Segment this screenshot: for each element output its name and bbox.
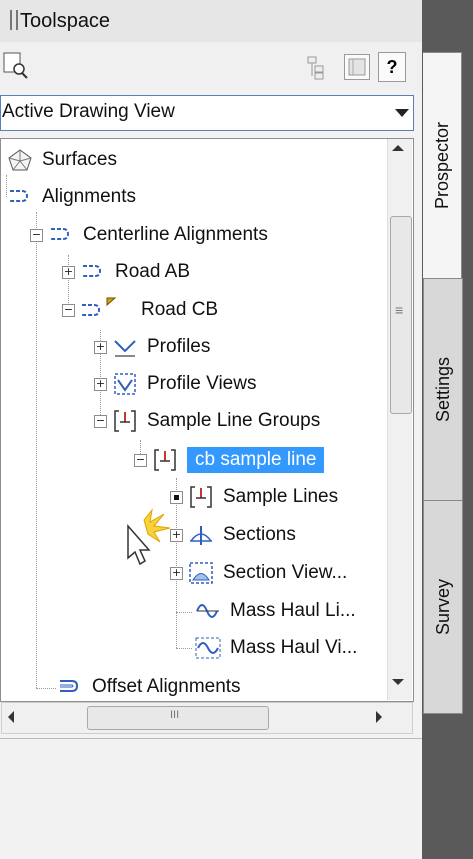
profile-icon <box>111 335 139 359</box>
section-icon <box>187 523 215 547</box>
mouse-cursor-icon <box>112 506 176 578</box>
tab-settings[interactable]: Settings <box>423 278 463 502</box>
chevron-down-icon[interactable] <box>395 109 409 117</box>
tree-item-section-views[interactable]: + Section View... <box>170 556 347 590</box>
tree-item-sample-lines[interactable]: Sample Lines <box>170 480 338 514</box>
collapse-icon[interactable]: − <box>94 414 107 428</box>
help-icon[interactable]: ? <box>378 52 406 82</box>
tree-item-label: Road AB <box>115 261 190 282</box>
tree-item-centerline-alignments[interactable]: − Centerline Alignments <box>30 218 268 252</box>
tree-item-cb-sample-line[interactable]: − cb sample line <box>134 443 325 477</box>
tree-item-road-ab[interactable]: + Road AB <box>62 255 190 289</box>
scroll-left-icon[interactable] <box>8 711 14 723</box>
tab-label: Settings <box>432 357 453 423</box>
scroll-down-icon[interactable] <box>392 679 404 685</box>
tree-item-mass-haul-views[interactable]: Mass Haul Vi... <box>194 631 357 665</box>
tree-item-alignments[interactable]: Alignments <box>6 180 136 214</box>
sample-line-group-icon <box>151 448 179 472</box>
expand-icon[interactable]: + <box>94 377 107 391</box>
tab-prospector[interactable]: Prospector <box>423 52 462 280</box>
expand-icon[interactable]: + <box>62 265 75 279</box>
mass-haul-view-icon <box>194 636 222 660</box>
tree-item-label: Centerline Alignments <box>83 224 268 245</box>
tree-item-label: Surfaces <box>42 149 117 170</box>
sample-line-icon <box>187 485 215 509</box>
scroll-grip-icon: ≡ <box>395 302 404 318</box>
tree-item-label: Profiles <box>147 336 211 357</box>
alignment-icon <box>6 185 34 209</box>
expand-icon[interactable]: + <box>94 340 107 354</box>
profile-view-icon <box>111 372 139 396</box>
item-view-icon[interactable] <box>305 54 331 80</box>
item-view-pane <box>0 738 422 859</box>
title-grip-icon[interactable] <box>10 10 18 30</box>
tree-item-offset-alignments[interactable]: Offset Alignments <box>56 670 241 704</box>
tree-item-sample-line-groups[interactable]: − Sample Line Groups <box>94 404 320 438</box>
tree-item-surfaces[interactable]: Surfaces <box>6 143 117 177</box>
tab-survey[interactable]: Survey <box>423 500 463 714</box>
tree-item-profiles[interactable]: + Profiles <box>94 330 210 364</box>
alignment-flag-icon <box>79 297 133 322</box>
tab-label: Prospector <box>431 122 452 210</box>
tree-item-mass-haul-lines[interactable]: Mass Haul Li... <box>194 594 356 628</box>
tree-item-label: Mass Haul Vi... <box>230 637 358 658</box>
alignment-icon <box>79 260 107 284</box>
surface-icon <box>6 148 34 172</box>
tree-item-sections[interactable]: + Sections <box>170 518 296 552</box>
tree-item-label: Sections <box>223 524 296 545</box>
tree-item-label: Offset Alignments <box>92 676 241 697</box>
tree-item-label: Section View... <box>223 562 348 583</box>
tree-item-label: Road CB <box>141 299 219 320</box>
scroll-up-icon[interactable] <box>392 145 404 151</box>
window-title: Toolspace <box>20 10 111 32</box>
scroll-grip-icon: III <box>170 709 180 721</box>
tab-label: Survey <box>432 578 453 636</box>
mass-haul-line-icon <box>194 599 222 623</box>
tree-item-label: Mass Haul Li... <box>230 600 356 621</box>
alignment-icon <box>47 223 75 247</box>
sample-line-group-icon <box>111 409 139 433</box>
tree-item-label: Alignments <box>42 186 136 207</box>
view-selector-value: Active Drawing View <box>2 101 175 122</box>
scroll-right-icon[interactable] <box>376 711 382 723</box>
collapse-icon[interactable]: − <box>134 453 147 467</box>
selected-item-label: cb sample line <box>187 447 325 473</box>
offset-alignment-icon <box>56 675 84 699</box>
tree-item-label: Profile Views <box>147 373 257 394</box>
tree-item-profile-views[interactable]: + Profile Views <box>94 367 256 401</box>
section-view-icon <box>187 561 215 585</box>
expand-icon[interactable] <box>170 490 183 504</box>
collapse-icon[interactable]: − <box>30 228 43 242</box>
find-icon[interactable] <box>2 50 32 80</box>
tree-item-road-cb[interactable]: − Road CB <box>62 293 218 327</box>
tree-item-label: Sample Line Groups <box>147 410 321 431</box>
tree-item-label: Sample Lines <box>223 486 339 507</box>
list-view-icon[interactable] <box>344 54 370 80</box>
collapse-icon[interactable]: − <box>62 303 75 317</box>
